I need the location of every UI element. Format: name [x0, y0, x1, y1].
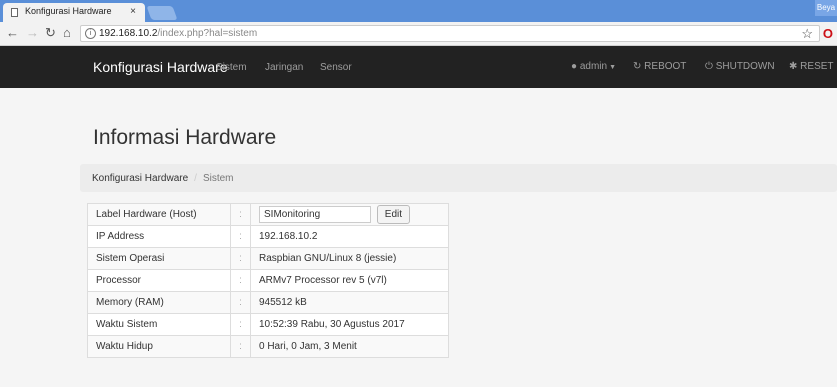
user-menu[interactable]: ● admin ▼: [571, 61, 616, 72]
reboot-button[interactable]: ↻ REBOOT: [633, 61, 686, 72]
reset-button[interactable]: ✱ RESET: [789, 61, 834, 72]
new-tab-button[interactable]: [146, 6, 178, 20]
edit-button[interactable]: Edit: [376, 205, 411, 224]
shutdown-label: SHUTDOWN: [715, 61, 775, 72]
row-separator: :: [230, 225, 251, 248]
reboot-label: REBOOT: [644, 61, 687, 72]
row-separator: :: [230, 335, 251, 358]
row-value: SIMonitoring Edit: [250, 203, 449, 226]
table-row: Sistem Operasi : Raspbian GNU/Linux 8 (j…: [87, 247, 449, 270]
breadcrumb-separator: /: [194, 173, 197, 184]
row-value: 10:52:39 Rabu, 30 Agustus 2017: [250, 313, 449, 336]
power-icon: ⏻: [705, 61, 713, 72]
row-label: Memory (RAM): [87, 291, 231, 314]
row-separator: :: [230, 269, 251, 292]
home-icon[interactable]: ⌂: [63, 25, 71, 40]
reload-icon[interactable]: ↻: [45, 25, 56, 41]
nav-link-sensor[interactable]: Sensor: [320, 62, 352, 73]
table-row: Memory (RAM) : 945512 kB: [87, 291, 449, 314]
row-value: ARMv7 Processor rev 5 (v7l): [250, 269, 449, 292]
row-value: Raspbian GNU/Linux 8 (jessie): [250, 247, 449, 270]
url-path: /index.php?hal=sistem: [157, 28, 258, 39]
row-separator: :: [230, 291, 251, 314]
breadcrumb-item-home[interactable]: Konfigurasi Hardware: [92, 173, 188, 184]
row-value: 0 Hari, 0 Jam, 3 Menit: [250, 335, 449, 358]
window-user-badge[interactable]: Beya: [815, 0, 837, 16]
url-input[interactable]: i 192.168.10.2/index.php?hal=sistem: [80, 25, 820, 42]
shutdown-button[interactable]: ⏻ SHUTDOWN: [705, 61, 775, 72]
caret-down-icon: ▼: [609, 64, 617, 71]
address-bar: ← → ↻ ⌂ i 192.168.10.2/index.php?hal=sis…: [0, 22, 837, 46]
table-row: Waktu Hidup : 0 Hari, 0 Jam, 3 Menit: [87, 335, 449, 358]
user-icon: ●: [571, 61, 578, 72]
row-separator: :: [230, 313, 251, 336]
table-row: Waktu Sistem : 10:52:39 Rabu, 30 Agustus…: [87, 313, 449, 336]
row-label: Label Hardware (Host): [87, 203, 231, 226]
row-value: 192.168.10.2: [250, 225, 449, 248]
browser-tabstrip: Konfigurasi Hardware × Beya: [0, 0, 837, 22]
row-separator: :: [230, 247, 251, 270]
refresh-icon: ↻: [633, 61, 642, 72]
opera-icon[interactable]: O: [823, 26, 833, 41]
table-row: Processor : ARMv7 Processor rev 5 (v7l): [87, 269, 449, 292]
forward-icon[interactable]: →: [26, 25, 39, 40]
breadcrumb-item-current: Sistem: [202, 173, 234, 184]
nav-link-sistem[interactable]: Sistem: [216, 62, 247, 73]
browser-tab[interactable]: Konfigurasi Hardware ×: [3, 3, 145, 22]
row-value: 945512 kB: [250, 291, 449, 314]
close-icon[interactable]: ×: [130, 6, 136, 17]
url-host: 192.168.10.2: [99, 28, 158, 39]
row-label: Sistem Operasi: [87, 247, 231, 270]
hostname-input[interactable]: SIMonitoring: [259, 206, 371, 223]
reset-label: RESET: [800, 61, 834, 72]
row-separator: :: [230, 203, 251, 226]
info-icon[interactable]: i: [85, 28, 96, 39]
table-row: IP Address : 192.168.10.2: [87, 225, 449, 248]
row-label: IP Address: [87, 225, 231, 248]
page-icon: [11, 8, 18, 17]
breadcrumb: Konfigurasi Hardware / Sistem: [80, 164, 837, 192]
app-navbar: Konfigurasi Hardware Sistem Jaringan Sen…: [0, 46, 837, 88]
gear-icon: ✱: [789, 61, 798, 72]
tab-title: Konfigurasi Hardware: [25, 6, 112, 16]
back-icon[interactable]: ←: [6, 25, 19, 40]
table-row: Label Hardware (Host) : SIMonitoring Edi…: [87, 203, 449, 226]
hardware-info-table: Label Hardware (Host) : SIMonitoring Edi…: [87, 203, 449, 358]
row-label: Processor: [87, 269, 231, 292]
row-label: Waktu Sistem: [87, 313, 231, 336]
navbar-brand[interactable]: Konfigurasi Hardware: [93, 59, 228, 75]
bookmark-star-icon[interactable]: ☆: [801, 26, 813, 42]
page-title: Informasi Hardware: [93, 126, 277, 149]
user-name: admin: [579, 61, 608, 72]
nav-link-jaringan[interactable]: Jaringan: [265, 62, 303, 73]
row-label: Waktu Hidup: [87, 335, 231, 358]
